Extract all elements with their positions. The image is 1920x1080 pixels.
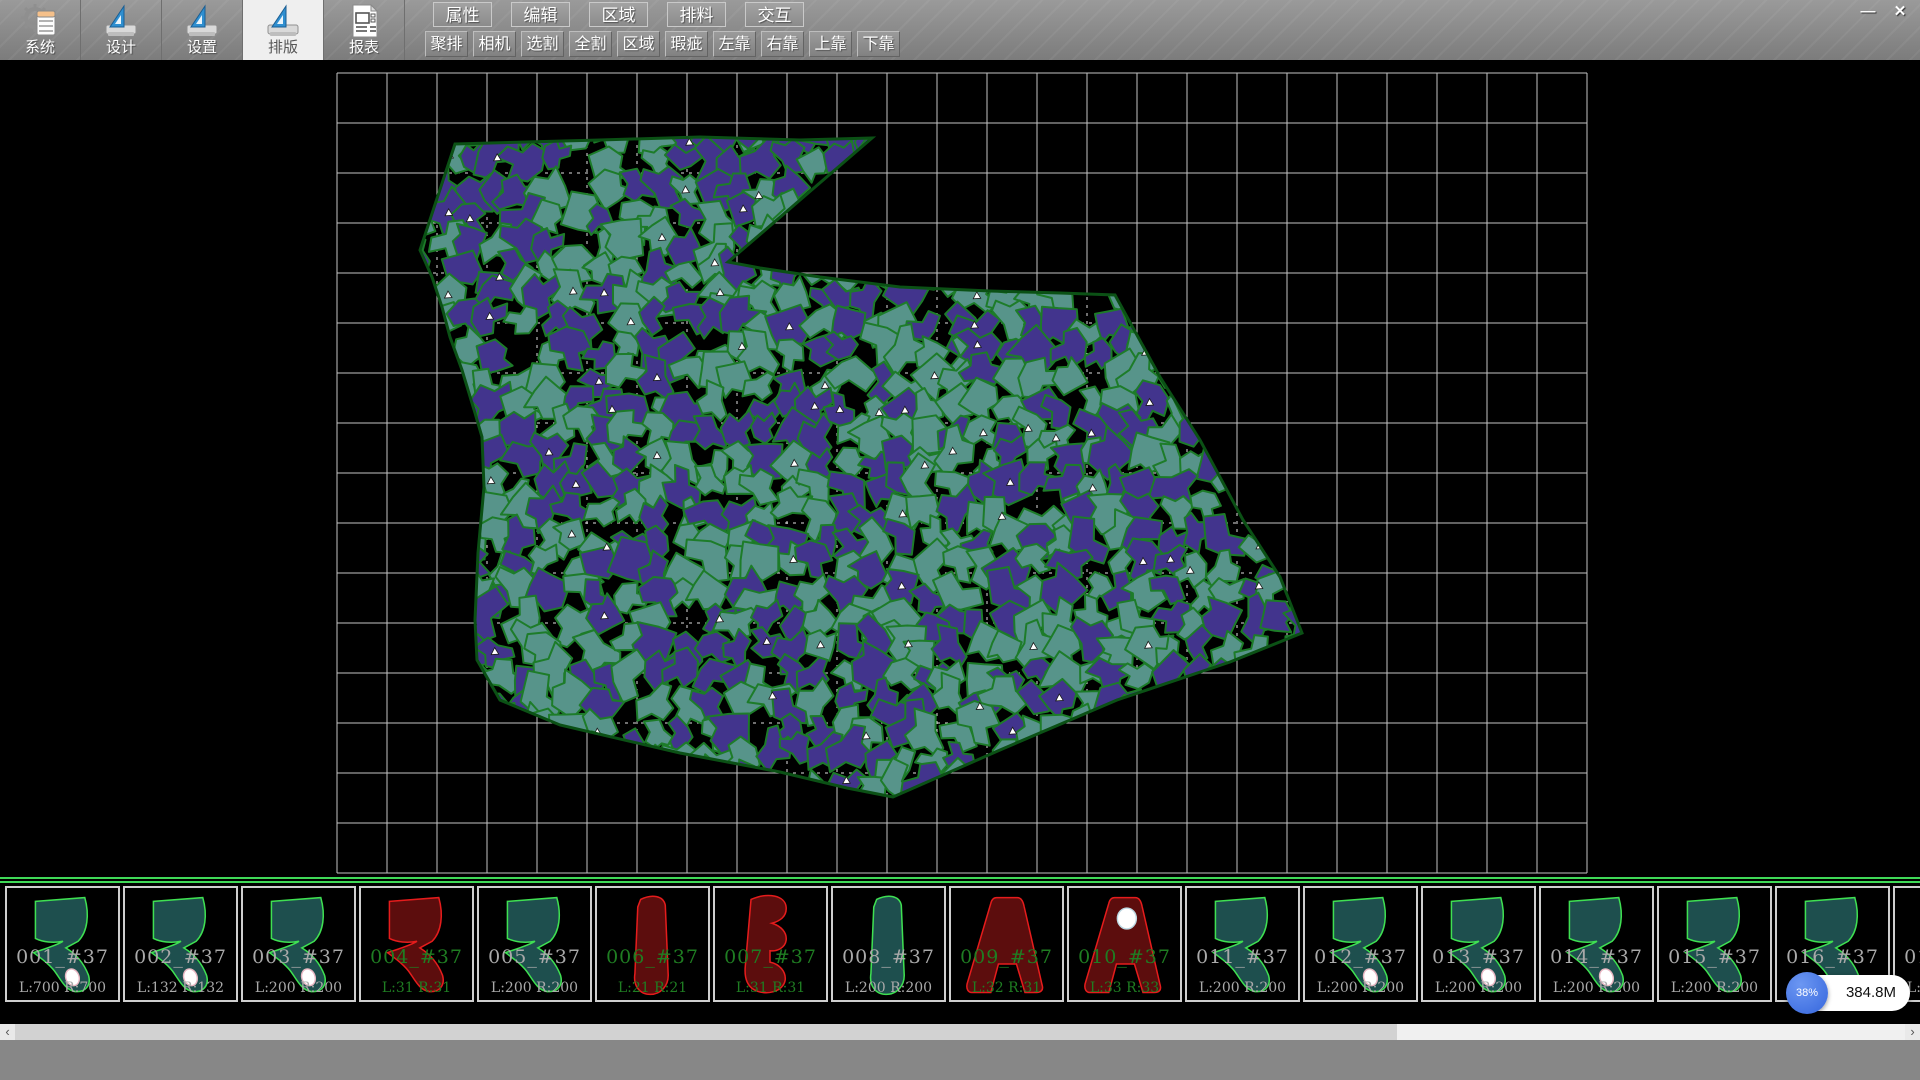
piece-lr-count: L:31 R:31 bbox=[361, 980, 472, 996]
piece-lr-count: L:32 R:31 bbox=[951, 980, 1062, 996]
thumbnail-item-007_#37[interactable]: 007_#37 L:31 R:31 bbox=[713, 886, 828, 1002]
window-bottom-area bbox=[0, 1040, 1920, 1080]
progress-circle: 38% bbox=[1786, 972, 1828, 1014]
thumbnail-item-003_#37[interactable]: 003_#37 L:200 R:200 bbox=[241, 886, 356, 1002]
piece-lr-count: L:200 R:200 bbox=[1187, 980, 1298, 996]
horizontal-scrollbar[interactable]: ‹ › bbox=[0, 1024, 1920, 1040]
piece-name: 004_#37 bbox=[361, 946, 472, 968]
piece-name: 013_#37 bbox=[1423, 946, 1534, 968]
thumbnail-item-004_#37[interactable]: 004_#37 L:31 R:31 bbox=[359, 886, 474, 1002]
ruler-icon bbox=[264, 3, 302, 39]
toolbar-button-settings[interactable]: 设置 bbox=[162, 0, 243, 60]
action-button-9[interactable]: 上靠 bbox=[809, 31, 852, 57]
memory-status-badge: 384.8M 38% bbox=[1786, 972, 1916, 1014]
report-icon bbox=[345, 3, 383, 39]
thumbnail-item-002_#37[interactable]: 002_#37 L:132 R:132 bbox=[123, 886, 238, 1002]
piece-name: 003_#37 bbox=[243, 946, 354, 968]
thumbnail-item-001_#37[interactable]: 001_#37 L:700 R:700 bbox=[5, 886, 120, 1002]
ruler-icon bbox=[102, 3, 140, 39]
toolbar-button-label: 设置 bbox=[162, 39, 242, 57]
toolbar-button-report[interactable]: 报表 bbox=[324, 0, 405, 60]
gear-table-icon bbox=[21, 3, 59, 39]
toolbar-button-label: 设计 bbox=[81, 39, 161, 57]
piece-lr-count: L:200 R:200 bbox=[1423, 980, 1534, 996]
piece-name: 016_#37 bbox=[1777, 946, 1888, 968]
piece-lr-count: L:200 R:200 bbox=[1541, 980, 1652, 996]
thumbnail-item-015_#37[interactable]: 015_#37 L:200 R:200 bbox=[1657, 886, 1772, 1002]
scrollbar-thumb[interactable] bbox=[15, 1024, 1397, 1040]
thumbnail-item-012_#37[interactable]: 012_#37 L:200 R:200 bbox=[1303, 886, 1418, 1002]
menu-tabs: 属性编辑区域排料交互 bbox=[433, 2, 804, 27]
piece-lr-count: L:33 R:33 bbox=[1069, 980, 1180, 996]
action-button-3[interactable]: 选割 bbox=[521, 31, 564, 57]
memory-value: 384.8M bbox=[1838, 975, 1904, 1011]
action-button-1[interactable]: 聚排 bbox=[425, 31, 468, 57]
toolbar-button-label: 系统 bbox=[0, 39, 80, 57]
piece-lr-count: L:200 R:200 bbox=[833, 980, 944, 996]
piece-name: 014_#37 bbox=[1541, 946, 1652, 968]
nesting-canvas-svg bbox=[0, 60, 1920, 877]
thumbnail-item-008_#37[interactable]: 008_#37 L:200 R:200 bbox=[831, 886, 946, 1002]
action-buttons-row: 聚排相机选割全割区域瑕疵左靠右靠上靠下靠 bbox=[425, 31, 900, 57]
nesting-canvas[interactable] bbox=[0, 60, 1920, 877]
app-window: 系统设计设置排版报表 属性编辑区域排料交互 聚排相机选割全割区域瑕疵左靠右靠上靠… bbox=[0, 0, 1920, 1080]
piece-lr-count: L:200 R:200 bbox=[1305, 980, 1416, 996]
toolbar-button-system[interactable]: 系统 bbox=[0, 0, 81, 60]
piece-lr-count: L:200 R:200 bbox=[243, 980, 354, 996]
scroll-left-arrow-icon[interactable]: ‹ bbox=[0, 1024, 15, 1040]
progress-value: 38% bbox=[1786, 972, 1828, 1014]
piece-name: 017_#37 bbox=[1895, 946, 1920, 968]
action-button-6[interactable]: 瑕疵 bbox=[665, 31, 708, 57]
strip-divider-line bbox=[0, 881, 1920, 883]
thumbnail-item-010_#37[interactable]: 010_#37 L:33 R:33 bbox=[1067, 886, 1182, 1002]
menu-tab-2[interactable]: 编辑 bbox=[511, 2, 570, 27]
toolbar-button-label: 报表 bbox=[324, 39, 404, 57]
piece-name: 009_#37 bbox=[951, 946, 1062, 968]
piece-name: 012_#37 bbox=[1305, 946, 1416, 968]
window-controls: — ✕ bbox=[1854, 2, 1914, 22]
menu-tab-4[interactable]: 排料 bbox=[667, 2, 726, 27]
thumbnail-item-011_#37[interactable]: 011_#37 L:200 R:200 bbox=[1185, 886, 1300, 1002]
ruler-icon bbox=[183, 3, 221, 39]
action-button-4[interactable]: 全割 bbox=[569, 31, 612, 57]
piece-lr-count: L:132 R:132 bbox=[125, 980, 236, 996]
thumbnail-item-006_#37[interactable]: 006_#37 L:21 R:21 bbox=[595, 886, 710, 1002]
thumbnail-item-014_#37[interactable]: 014_#37 L:200 R:200 bbox=[1539, 886, 1654, 1002]
strip-divider-line bbox=[0, 877, 1920, 879]
piece-lr-count: L:31 R:31 bbox=[715, 980, 826, 996]
toolbar-button-design[interactable]: 设计 bbox=[81, 0, 162, 60]
toolbar-button-label: 排版 bbox=[243, 39, 323, 57]
piece-lr-count: L:700 R:700 bbox=[7, 980, 118, 996]
minimize-button[interactable]: — bbox=[1854, 2, 1882, 22]
action-button-7[interactable]: 左靠 bbox=[713, 31, 756, 57]
action-button-8[interactable]: 右靠 bbox=[761, 31, 804, 57]
action-button-10[interactable]: 下靠 bbox=[857, 31, 900, 57]
piece-lr-count: L:21 R:21 bbox=[597, 980, 708, 996]
piece-name: 007_#37 bbox=[715, 946, 826, 968]
scroll-right-arrow-icon[interactable]: › bbox=[1905, 1024, 1920, 1040]
thumbnail-item-013_#37[interactable]: 013_#37 L:200 R:200 bbox=[1421, 886, 1536, 1002]
thumbnail-strip: 001_#37 L:700 R:700 002_#37 L:132 R:132 003_… bbox=[0, 877, 1920, 1024]
piece-name: 006_#37 bbox=[597, 946, 708, 968]
piece-name: 001_#37 bbox=[7, 946, 118, 968]
piece-name: 010_#37 bbox=[1069, 946, 1180, 968]
toolbar-button-layout[interactable]: 排版 bbox=[243, 0, 324, 60]
close-button[interactable]: ✕ bbox=[1886, 2, 1914, 22]
toolbar: 系统设计设置排版报表 属性编辑区域排料交互 聚排相机选割全割区域瑕疵左靠右靠上靠… bbox=[0, 0, 1920, 61]
action-button-5[interactable]: 区域 bbox=[617, 31, 660, 57]
piece-name: 005_#37 bbox=[479, 946, 590, 968]
piece-name: 002_#37 bbox=[125, 946, 236, 968]
menu-tab-5[interactable]: 交互 bbox=[745, 2, 804, 27]
menu-tab-3[interactable]: 区域 bbox=[589, 2, 648, 27]
action-button-2[interactable]: 相机 bbox=[473, 31, 516, 57]
thumbnail-item-005_#37[interactable]: 005_#37 L:200 R:200 bbox=[477, 886, 592, 1002]
piece-lr-count: L:200 R:200 bbox=[1659, 980, 1770, 996]
piece-name: 011_#37 bbox=[1187, 946, 1298, 968]
thumbnail-item-009_#37[interactable]: 009_#37 L:32 R:31 bbox=[949, 886, 1064, 1002]
piece-name: 008_#37 bbox=[833, 946, 944, 968]
menu-tab-1[interactable]: 属性 bbox=[433, 2, 492, 27]
piece-lr-count: L:200 R:200 bbox=[479, 980, 590, 996]
piece-name: 015_#37 bbox=[1659, 946, 1770, 968]
